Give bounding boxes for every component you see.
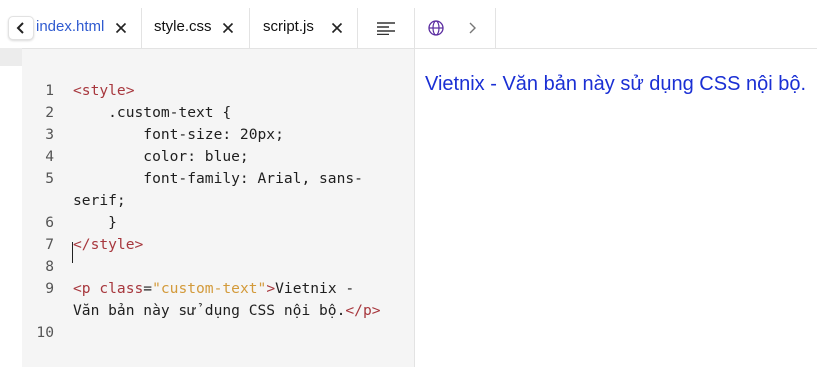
line-number: 9 (45, 280, 54, 297)
code-line[interactable]: 6 } (0, 212, 414, 234)
code-token: </style> (73, 236, 144, 253)
line-number: 3 (45, 126, 54, 143)
code-text: <style> (73, 80, 135, 102)
code-text: .custom-text { (73, 102, 231, 124)
line-number: 6 (45, 214, 54, 231)
code-text: </style> (73, 234, 143, 256)
top-strip (0, 0, 817, 8)
preview-nav-button[interactable] (415, 8, 496, 48)
code-token: <p (73, 280, 100, 297)
editor-tab-bar: index.html style.css script.js (0, 8, 414, 49)
code-line[interactable]: 9 <p class="custom-text">Vietnix - (0, 278, 414, 300)
line-number: 1 (45, 82, 54, 99)
code-line[interactable]: 2 .custom-text { (0, 102, 414, 124)
code-token: color: blue; (73, 148, 249, 165)
code-token: class (99, 280, 144, 297)
code-text: color: blue; (73, 146, 249, 168)
align-lines-icon (377, 22, 395, 35)
close-icon[interactable] (222, 22, 234, 34)
close-icon[interactable] (115, 22, 127, 34)
line-number: 2 (45, 104, 54, 121)
tab-label: style.css (154, 18, 212, 35)
code-token: serif; (73, 192, 126, 209)
code-token: Vietnix - (275, 280, 355, 297)
code-line[interactable]: 10 (0, 322, 414, 344)
code-editor-pane: index.html style.css script.js 1 <style> 2… (0, 8, 414, 367)
tab-label: script.js (263, 18, 314, 35)
tab-style-css[interactable]: style.css (141, 8, 250, 48)
code-line[interactable]: serif; (0, 190, 414, 212)
code-text: <p class="custom-text">Vietnix - (73, 278, 354, 300)
code-token: Văn bản này sử dụng CSS nội bộ. (73, 302, 346, 319)
code-token: <style> (73, 82, 135, 99)
code-token: > (266, 280, 276, 297)
code-text: font-family: Arial, sans- (73, 168, 363, 190)
tab-script-js[interactable]: script.js (249, 8, 358, 48)
chevron-left-icon (16, 22, 24, 34)
code-token: font-size: 20px; (73, 126, 284, 143)
chevron-right-icon (469, 22, 476, 34)
code-line[interactable]: 4 color: blue; (0, 146, 414, 168)
close-icon[interactable] (331, 22, 343, 34)
code-text: serif; (73, 190, 126, 212)
code-line[interactable]: 7 </style> (0, 234, 414, 256)
preview-pane: Vietnix - Văn bản này sử dụng CSS nội bộ… (414, 8, 817, 367)
preview-output-text: Vietnix - Văn bản này sử dụng CSS nội bộ… (425, 73, 807, 95)
line-number: 10 (36, 324, 54, 341)
code-token: } (73, 214, 117, 231)
line-number: 5 (45, 170, 54, 187)
tab-label: index.html (36, 18, 105, 35)
code-line[interactable]: 5 font-family: Arial, sans- (0, 168, 414, 190)
code-token: "custom-text" (152, 280, 267, 297)
code-token: </p> (345, 302, 381, 319)
preview-toolbar (415, 8, 817, 49)
active-line-marker (0, 48, 22, 66)
code-line[interactable]: 3 font-size: 20px; (0, 124, 414, 146)
format-button[interactable] (357, 8, 415, 48)
code-token: = (143, 280, 153, 297)
tab-index-html[interactable]: index.html (0, 8, 140, 48)
globe-icon (428, 20, 444, 36)
line-number: 7 (45, 236, 54, 253)
code-line[interactable]: 1 <style> (0, 80, 414, 102)
code-text: Văn bản này sử dụng CSS nội bộ.</p> (73, 300, 381, 322)
code-token: font-family: Arial, sans- (73, 170, 363, 187)
code-line[interactable]: Văn bản này sử dụng CSS nội bộ.</p> (0, 300, 414, 322)
code-playground: index.html style.css script.js 1 <style> 2… (0, 0, 817, 367)
back-button[interactable] (8, 16, 34, 40)
code-line[interactable]: 8 (0, 256, 414, 278)
code-text: } (73, 212, 117, 234)
code-token: .custom-text { (73, 104, 232, 121)
code-text: font-size: 20px; (73, 124, 284, 146)
line-number: 4 (45, 148, 54, 165)
text-cursor (72, 242, 73, 263)
line-number: 8 (45, 258, 54, 275)
